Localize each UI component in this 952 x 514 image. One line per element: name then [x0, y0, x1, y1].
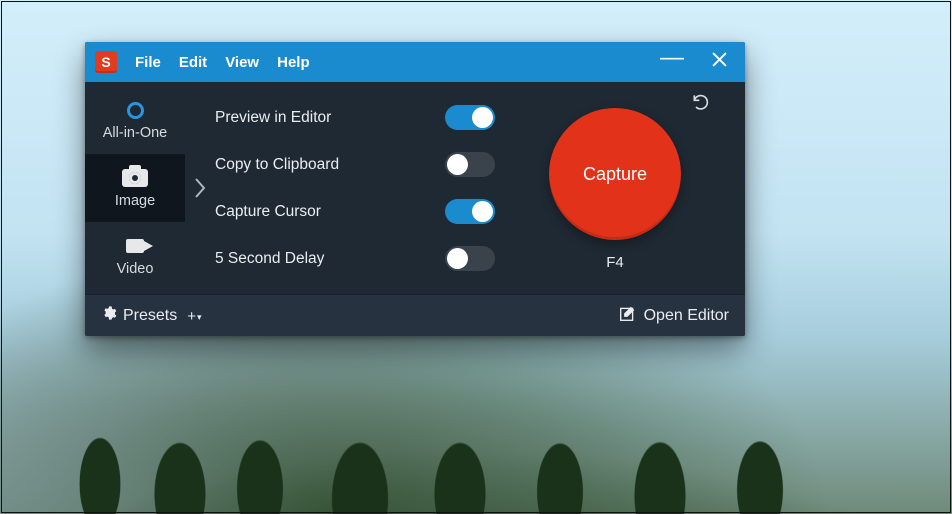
option-delay: 5 Second Delay	[215, 246, 495, 271]
toggle-5-second-delay[interactable]	[445, 246, 495, 271]
open-editor-icon	[619, 305, 636, 327]
mode-tabs: All-in-One Image Video	[85, 82, 185, 294]
option-copy-to-clipboard: Copy to Clipboard	[215, 152, 495, 177]
footer: Presets +▾ Open Editor	[85, 294, 745, 336]
option-clipboard-label: Copy to Clipboard	[215, 156, 339, 174]
capture-area: Capture F4	[505, 82, 725, 294]
toggle-copy-to-clipboard[interactable]	[445, 152, 495, 177]
capture-button[interactable]: Capture	[549, 108, 681, 240]
mode-video[interactable]: Video	[85, 222, 185, 290]
menubar: File Edit View Help	[135, 54, 310, 71]
presets-button[interactable]: Presets	[123, 307, 177, 325]
camera-icon	[122, 167, 148, 189]
menu-help[interactable]: Help	[277, 54, 310, 71]
close-button[interactable]	[712, 52, 727, 72]
video-camera-icon	[126, 235, 144, 257]
app-logo: S	[95, 51, 117, 73]
undo-icon[interactable]	[691, 92, 711, 117]
capture-hotkey-label: F4	[606, 254, 624, 271]
menu-view[interactable]: View	[225, 54, 259, 71]
wallpaper-trees	[0, 364, 952, 514]
gear-icon[interactable]	[101, 305, 117, 326]
option-preview-label: Preview in Editor	[215, 109, 331, 127]
option-capture-cursor: Capture Cursor	[215, 199, 495, 224]
all-in-one-icon	[127, 99, 144, 121]
mode-all-in-one-label: All-in-One	[103, 125, 167, 141]
mode-image-label: Image	[115, 193, 155, 209]
mode-all-in-one[interactable]: All-in-One	[85, 86, 185, 154]
capture-button-label: Capture	[583, 164, 647, 185]
chevron-right-icon	[185, 82, 215, 294]
toggle-capture-cursor[interactable]	[445, 199, 495, 224]
mode-video-label: Video	[117, 261, 154, 277]
open-editor-button[interactable]: Open Editor	[619, 305, 729, 327]
capture-options: Preview in Editor Copy to Clipboard Capt…	[215, 82, 505, 294]
mode-image[interactable]: Image	[85, 154, 185, 222]
app-logo-letter: S	[101, 54, 110, 70]
window-body: All-in-One Image Video Preview in Editor…	[85, 82, 745, 294]
option-cursor-label: Capture Cursor	[215, 203, 321, 221]
option-delay-label: 5 Second Delay	[215, 250, 324, 268]
add-preset-button[interactable]: +▾	[187, 308, 200, 325]
menu-edit[interactable]: Edit	[179, 54, 207, 71]
menu-file[interactable]: File	[135, 54, 161, 71]
option-preview-in-editor: Preview in Editor	[215, 105, 495, 130]
plus-icon: +	[187, 308, 196, 325]
window-controls: —	[660, 52, 737, 72]
snagit-capture-window: S File Edit View Help — All-in-One Image	[85, 42, 745, 336]
titlebar[interactable]: S File Edit View Help —	[85, 42, 745, 82]
open-editor-label: Open Editor	[644, 307, 729, 325]
toggle-preview-in-editor[interactable]	[445, 105, 495, 130]
